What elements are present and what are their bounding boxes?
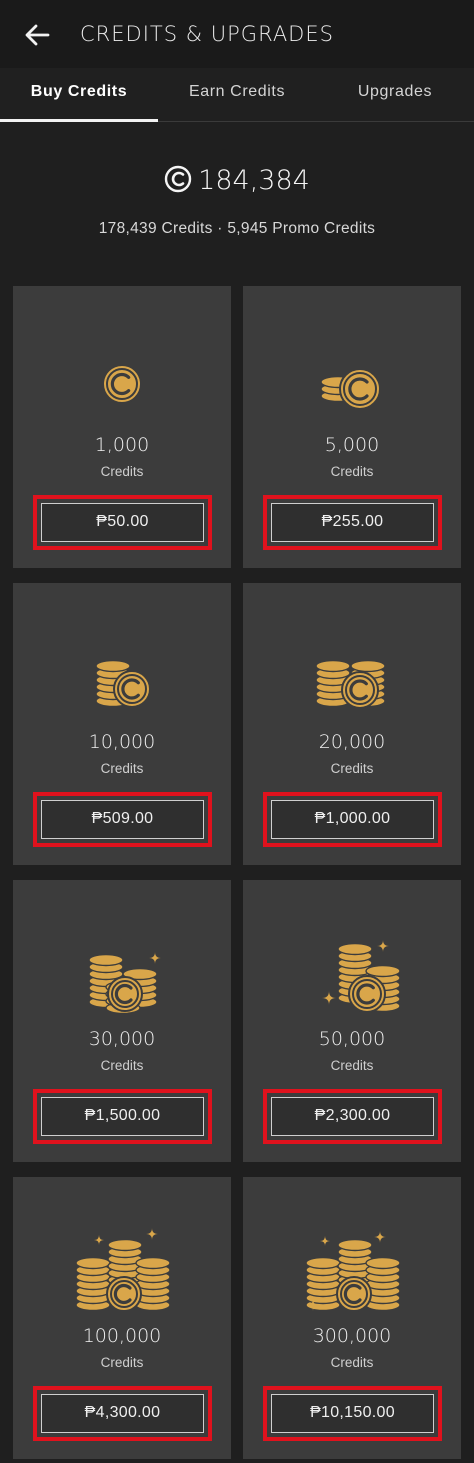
price-button[interactable]: ₱4,300.00: [41, 1394, 204, 1433]
coin-stack-icon: [322, 940, 401, 1013]
coin-stack-icon: [102, 364, 142, 404]
credit-balance: 184,384: [0, 165, 474, 196]
package-unit: Credits: [330, 1355, 374, 1370]
coin-stack-icon: [315, 659, 386, 709]
package-card[interactable]: 5,000 Credits ₱255.00: [243, 286, 461, 568]
package-amount: 300,000: [312, 1325, 392, 1347]
package-card[interactable]: 30,000 Credits ₱1,500.00: [13, 880, 231, 1162]
price-highlight: ₱255.00: [263, 495, 442, 550]
price-highlight: ₱1,000.00: [263, 792, 442, 847]
package-unit: Credits: [100, 761, 144, 776]
credit-c-icon: [164, 165, 192, 193]
price-button[interactable]: ₱255.00: [271, 503, 434, 542]
package-card[interactable]: 300,000 Credits ₱10,150.00: [243, 1177, 461, 1459]
package-card[interactable]: 50,000 Credits ₱2,300.00: [243, 880, 461, 1162]
coin-stack-icon: [95, 659, 151, 708]
coin-stack-icon: [88, 952, 161, 1015]
package-unit: Credits: [330, 761, 374, 776]
coin-stack-icon: [320, 368, 381, 410]
price-button[interactable]: ₱1,000.00: [271, 800, 434, 839]
package-unit: Credits: [100, 464, 144, 479]
price-highlight: ₱50.00: [33, 495, 212, 550]
package-amount: 20,000: [318, 731, 386, 753]
package-card[interactable]: 20,000 Credits ₱1,000.00: [243, 583, 461, 865]
package-amount: 50,000: [318, 1028, 386, 1050]
price-button[interactable]: ₱10,150.00: [271, 1394, 434, 1433]
price-button[interactable]: ₱509.00: [41, 800, 204, 839]
package-unit: Credits: [330, 464, 374, 479]
package-card[interactable]: 1,000 Credits ₱50.00: [13, 286, 231, 568]
package-card[interactable]: 100,000 Credits ₱4,300.00: [13, 1177, 231, 1459]
price-highlight: ₱4,300.00: [33, 1386, 212, 1441]
package-card[interactable]: 10,000 Credits ₱509.00: [13, 583, 231, 865]
package-unit: Credits: [330, 1058, 374, 1073]
price-button[interactable]: ₱1,500.00: [41, 1097, 204, 1136]
package-unit: Credits: [100, 1355, 144, 1370]
page-title: CREDITS & UPGRADES: [80, 22, 334, 46]
tab-upgrades[interactable]: Upgrades: [316, 68, 474, 122]
package-amount: 1,000: [94, 434, 150, 456]
package-unit: Credits: [100, 1058, 144, 1073]
balance-breakdown: 178,439 Credits · 5,945 Promo Credits: [98, 220, 376, 237]
package-amount: 100,000: [82, 1325, 162, 1347]
balance-total: 184,384: [198, 165, 310, 196]
price-highlight: ₱10,150.00: [263, 1386, 442, 1441]
price-button[interactable]: ₱2,300.00: [271, 1097, 434, 1136]
top-bar: CREDITS & UPGRADES: [0, 0, 474, 68]
tab-buy-credits[interactable]: Buy Credits: [0, 68, 158, 122]
price-highlight: ₱509.00: [33, 792, 212, 847]
price-highlight: ₱2,300.00: [263, 1089, 442, 1144]
coin-stack-icon: [305, 1231, 401, 1312]
arrow-left-icon[interactable]: [22, 20, 52, 50]
package-amount: 5,000: [324, 434, 380, 456]
package-amount: 30,000: [88, 1028, 156, 1050]
price-highlight: ₱1,500.00: [33, 1089, 212, 1144]
tab-earn-credits[interactable]: Earn Credits: [158, 68, 316, 122]
price-button[interactable]: ₱50.00: [41, 503, 204, 542]
package-amount: 10,000: [88, 731, 156, 753]
tab-bar: Buy Credits Earn Credits Upgrades: [0, 68, 474, 122]
coin-stack-icon: [75, 1228, 171, 1312]
